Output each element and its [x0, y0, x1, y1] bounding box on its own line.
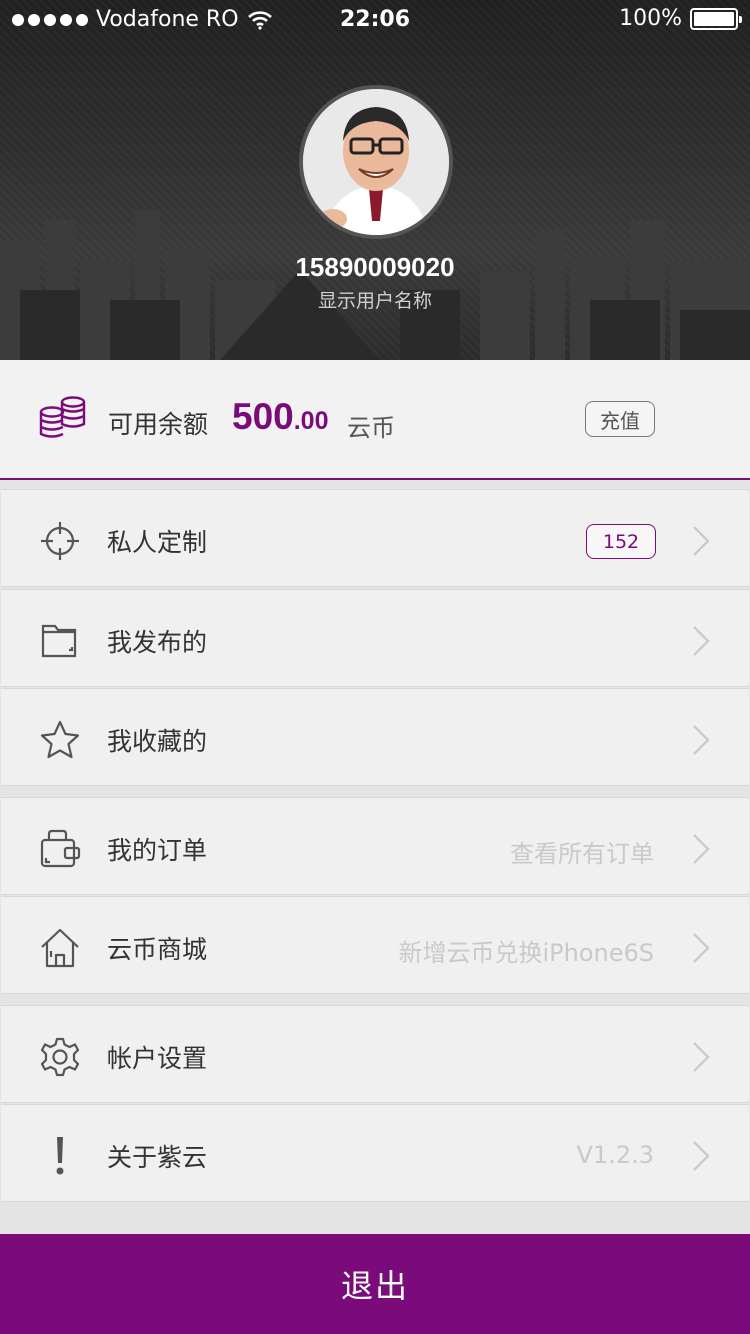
menu-item-mall[interactable]: 云币商城 新增云币兑换iPhone6S [1, 896, 749, 994]
balance-label: 可用余额 [108, 410, 209, 439]
chevron-right-icon [693, 834, 710, 864]
exclamation-icon [56, 1137, 64, 1175]
avatar-illustration [303, 89, 449, 235]
balance-amount-decimal: .00 [293, 407, 329, 435]
battery-icon [690, 7, 742, 30]
home-icon [41, 928, 79, 968]
app-version: V1.2.3 [576, 1141, 654, 1169]
recharge-button[interactable]: 充值 [585, 401, 655, 437]
menu-item-custom[interactable]: 私人定制 152 [1, 489, 749, 587]
balance-amount: 500.00 [232, 396, 329, 438]
crosshair-icon [41, 522, 79, 560]
chevron-right-icon [693, 725, 710, 755]
menu-item-label: 云币商城 [107, 935, 208, 964]
logout-button[interactable]: 退出 [0, 1234, 750, 1334]
avatar[interactable] [299, 85, 453, 239]
battery-percent: 100% [619, 6, 682, 31]
menu-item-label: 我收藏的 [107, 727, 208, 756]
menu-item-hint: 新增云币兑换iPhone6S [398, 939, 654, 967]
menu-item-label: 帐户设置 [107, 1044, 208, 1073]
balance-section: 可用余额 500.00 云币 充值 [0, 360, 750, 480]
star-icon [40, 720, 80, 759]
coins-icon [39, 396, 86, 438]
menu-item-favorites[interactable]: 我收藏的 [1, 688, 749, 786]
chevron-right-icon [693, 1141, 710, 1171]
menu-item-about[interactable]: 关于紫云 V1.2.3 [1, 1104, 749, 1202]
menu-item-settings[interactable]: 帐户设置 [1, 1005, 749, 1103]
gear-icon [40, 1037, 80, 1077]
menu-item-published[interactable]: 我发布的 [1, 589, 749, 687]
menu-item-label: 我发布的 [107, 628, 208, 657]
menu-item-hint: 查看所有订单 [510, 840, 654, 868]
balance-unit: 云币 [347, 414, 395, 442]
folder-icon [41, 624, 77, 658]
user-display-name: 显示用户名称 [317, 290, 432, 312]
count-badge: 152 [586, 524, 656, 559]
battery-status: 100% [619, 6, 742, 31]
chevron-right-icon [693, 1042, 710, 1072]
user-phone: 15890009020 [295, 252, 455, 282]
chevron-right-icon [693, 933, 710, 963]
menu-item-label: 关于紫云 [107, 1143, 208, 1172]
profile-header: Vodafone RO 22:06 100% 15890009020 显示用户名… [0, 0, 750, 360]
status-bar: Vodafone RO 22:06 100% [0, 0, 750, 40]
chevron-right-icon [693, 526, 710, 556]
balance-amount-integer: 500 [232, 396, 294, 437]
chevron-right-icon [693, 626, 710, 656]
menu-item-label: 私人定制 [107, 528, 208, 557]
wallet-icon [40, 829, 81, 868]
menu-item-label: 我的订单 [107, 836, 208, 865]
menu-item-orders[interactable]: 我的订单 查看所有订单 [1, 797, 749, 895]
